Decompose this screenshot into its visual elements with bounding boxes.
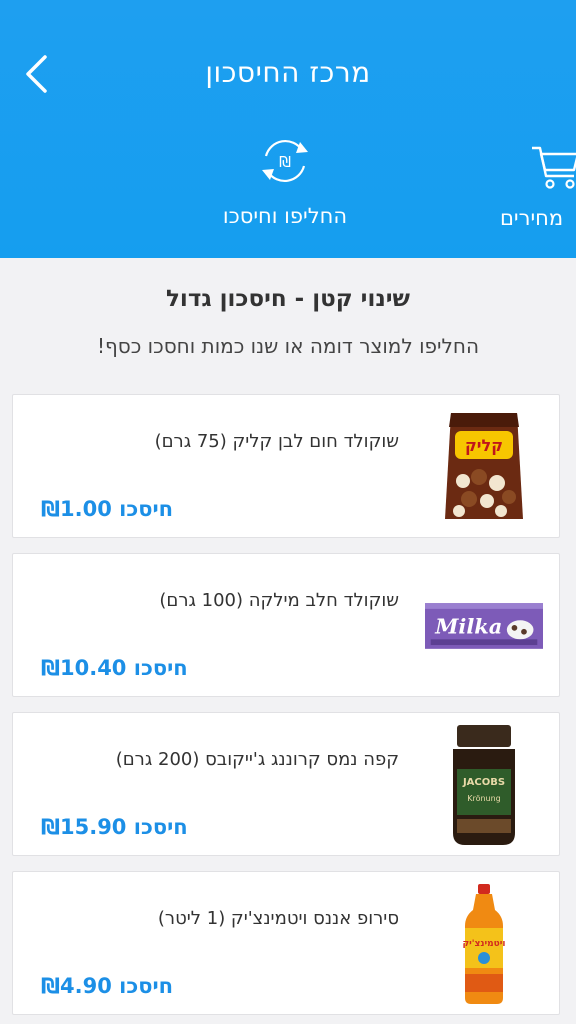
- product-image-syrup: ויטמינצ'יק: [425, 884, 543, 1004]
- product-name: קפה נמס קרוננג ג'ייקובס (200 גרם): [115, 749, 399, 770]
- product-card[interactable]: קליק שוקולד חום לבן קליק (75 גרם) חיסכו …: [12, 394, 560, 538]
- product-image-klik: קליק: [425, 407, 543, 527]
- svg-text:קליק: קליק: [465, 436, 503, 455]
- intro-section: שינוי קטן - חיסכון גדול החליפו למוצר דומ…: [0, 258, 576, 388]
- cart-icon: [532, 146, 576, 189]
- tab-swap-and-save[interactable]: ₪ החליפו וחיסכו: [210, 132, 360, 228]
- tab-prices[interactable]: מחירים: [490, 132, 576, 230]
- product-name: שוקולד חום לבן קליק (75 גרם): [154, 431, 399, 452]
- svg-text:ויטמינצ'יק: ויטמינצ'יק: [462, 939, 505, 949]
- svg-text:₪: ₪: [279, 153, 291, 171]
- product-image-milka: Milka: [425, 566, 543, 686]
- tab-swap-label: החליפו וחיסכו: [222, 204, 348, 228]
- intro-subtitle: החליפו למוצר דומה או שנו כמות וחסכו כסף!: [96, 334, 480, 358]
- product-card[interactable]: ויטמינצ'יק סירופ אננס ויטמינצ'יק (1 ליטר…: [12, 871, 560, 1015]
- svg-text:Milka: Milka: [434, 614, 502, 639]
- header: מרכז החיסכון ₪ החליפו וחיסכו מחירים: [0, 0, 576, 258]
- product-saving: חיסכו ₪1.00: [41, 497, 174, 521]
- product-name: שוקולד חלב מילקה (100 גרם): [159, 590, 399, 611]
- product-saving: חיסכו ₪15.90: [41, 815, 188, 839]
- svg-text:Krönung: Krönung: [467, 794, 501, 803]
- svg-text:JACOBS: JACOBS: [462, 777, 505, 788]
- tab-prices-label: מחירים: [500, 206, 564, 230]
- product-card[interactable]: JACOBS Krönung קפה נמס קרוננג ג'ייקובס (…: [12, 712, 560, 856]
- swap-shekel-icon: ₪: [262, 140, 308, 182]
- product-saving: חיסכו ₪4.90: [41, 974, 174, 998]
- intro-title: שינוי קטן - חיסכון גדול: [166, 286, 410, 312]
- product-name: סירופ אננס ויטמינצ'יק (1 ליטר): [157, 908, 399, 929]
- page-title: מרכז החיסכון: [205, 56, 371, 89]
- product-card[interactable]: Milka שוקולד חלב מילקה (100 גרם) חיסכו ₪…: [12, 553, 560, 697]
- product-image-jacobs: JACOBS Krönung: [425, 725, 543, 845]
- product-saving: חיסכו ₪10.40: [41, 656, 188, 680]
